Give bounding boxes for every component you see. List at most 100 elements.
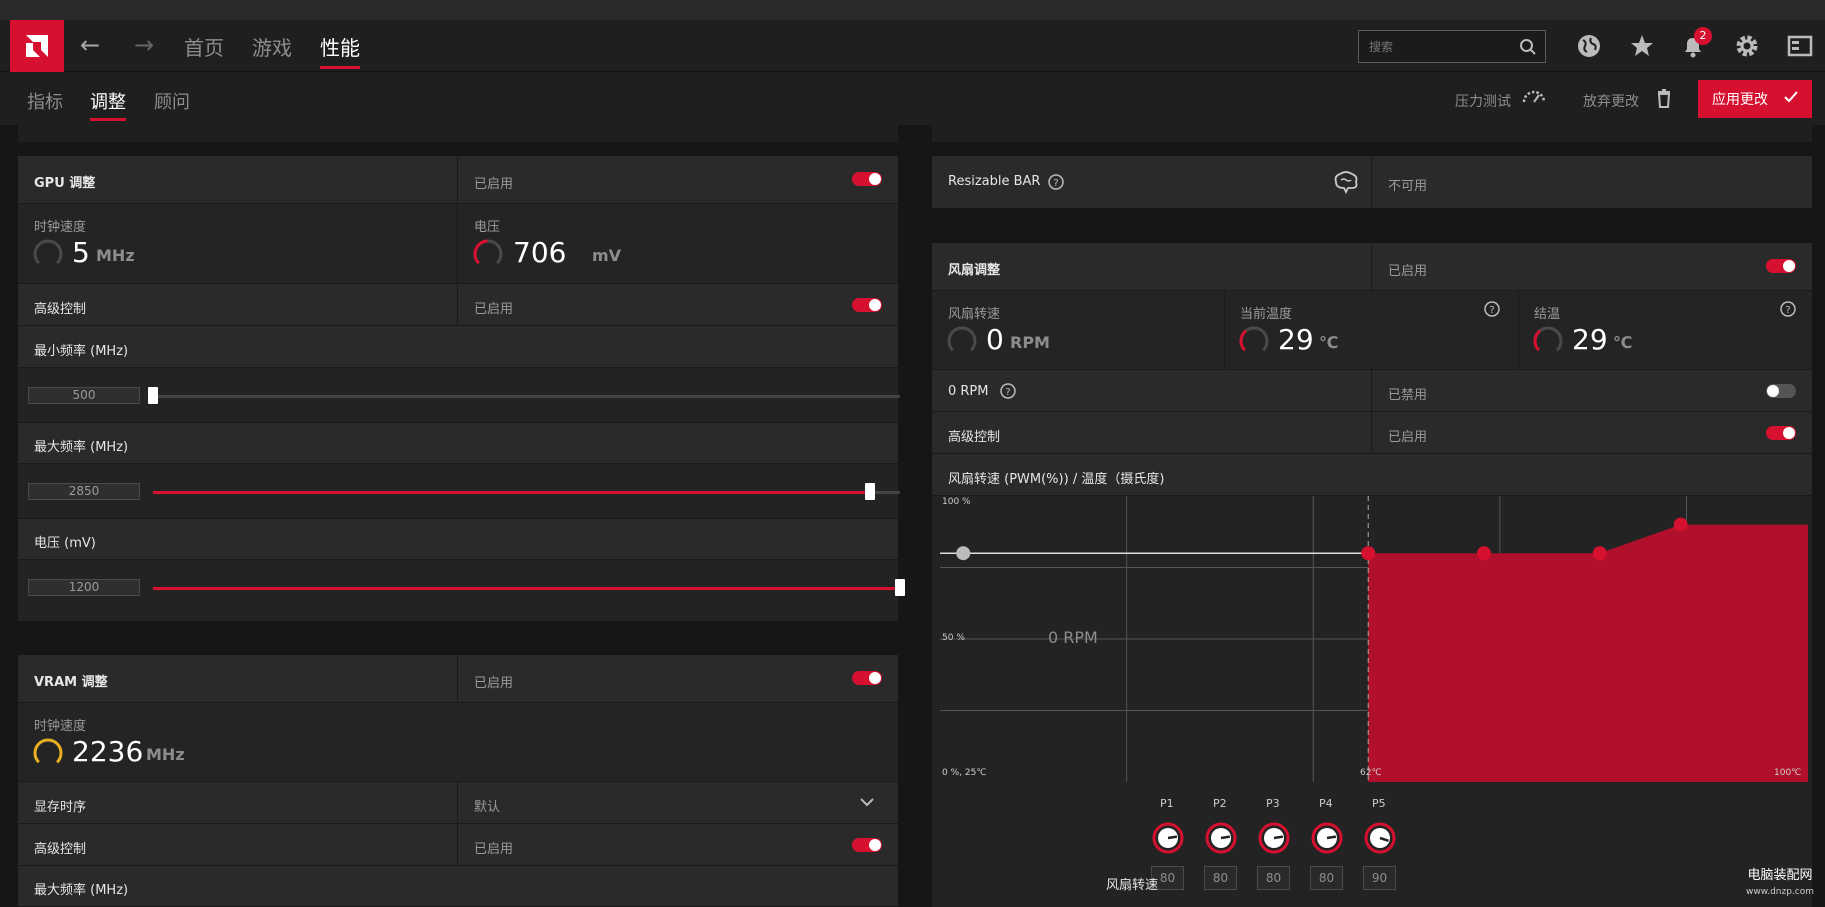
fan-speed-unit: RPM	[1010, 333, 1050, 352]
tab-performance[interactable]: 性能	[320, 32, 360, 69]
zero-rpm-handle-point[interactable]	[956, 546, 971, 561]
tab-tuning[interactable]: 调整	[90, 88, 126, 121]
fan-speed-value: 0	[986, 323, 1004, 356]
vram-timing-row[interactable]: 显存时序 默认	[18, 782, 898, 824]
fan-curve-point[interactable]	[1476, 546, 1491, 561]
tab-home[interactable]: 首页	[184, 32, 224, 61]
gpu-voltage-track[interactable]	[153, 587, 900, 590]
vram-advanced-status: 已启用	[474, 842, 514, 857]
fan-point-value[interactable]: 80	[1204, 866, 1237, 890]
globe-icon[interactable]	[1575, 32, 1603, 60]
gpu-min-freq-slider-row: 500	[18, 368, 900, 423]
vram-advanced-toggle[interactable]	[852, 838, 882, 852]
gpu-voltage-input[interactable]: 1200	[28, 579, 140, 596]
zero-rpm-label: 0 RPM	[948, 384, 989, 399]
sub-bar	[0, 72, 1825, 125]
gpu-tuning-toggle[interactable]	[852, 172, 882, 186]
gpu-clock-unit: MHz	[96, 246, 135, 265]
search-box[interactable]	[1358, 30, 1546, 63]
current-temp-unit: ℃	[1319, 333, 1339, 352]
help-icon[interactable]: ?	[1484, 301, 1500, 317]
fan-advanced-row: 高级控制 已启用	[932, 412, 1812, 454]
fan-curve-point[interactable]	[1592, 546, 1607, 561]
stress-test-gauge-icon[interactable]	[1521, 88, 1547, 104]
fan-point-knob-icon[interactable]	[1204, 821, 1238, 855]
x-tick-label-min: 0 %, 25℃	[942, 768, 987, 778]
search-icon[interactable]	[1519, 38, 1537, 56]
search-input[interactable]	[1369, 38, 1509, 56]
y-tick-label-100: 100 %	[942, 497, 971, 507]
gpu-min-freq-input[interactable]: 500	[28, 387, 140, 404]
fan-curve-area	[1368, 524, 1808, 782]
star-icon[interactable]	[1628, 32, 1656, 60]
fan-tuning-toggle[interactable]	[1766, 259, 1796, 273]
fan-point-knob-icon[interactable]	[1151, 821, 1185, 855]
trash-icon[interactable]	[1656, 88, 1672, 108]
gpu-max-freq-input[interactable]: 2850	[28, 483, 140, 500]
fan-point-name: P2	[1213, 797, 1227, 810]
gpu-advanced-toggle[interactable]	[852, 298, 882, 312]
sidebar-toggle-icon[interactable]	[1786, 32, 1814, 60]
y-tick-label-50: 50 %	[942, 633, 965, 643]
gpu-max-freq-slider-row: 2850	[18, 464, 900, 519]
watermark-line2: www.dnzp.com	[1745, 887, 1815, 897]
scrolled-panel-edge-right	[932, 125, 1812, 142]
resizable-bar-status: 不可用	[1388, 179, 1428, 194]
resizable-bar-panel: Resizable BAR ? 不可用	[932, 156, 1812, 209]
help-icon[interactable]: ?	[1780, 301, 1796, 317]
fan-point-value[interactable]: 80	[1310, 866, 1343, 890]
window-strip	[0, 0, 1825, 20]
junction-temp-unit: ℃	[1613, 333, 1633, 352]
forward-arrow-icon[interactable]: →	[129, 30, 159, 60]
vram-tuning-toggle[interactable]	[852, 671, 882, 685]
gpu-advanced-label: 高级控制	[34, 302, 87, 317]
scrolled-panel-edge-left	[18, 125, 898, 142]
fan-point-value[interactable]: 80	[1257, 866, 1290, 890]
fan-point-value[interactable]: 90	[1363, 866, 1396, 890]
gpu-min-freq-thumb[interactable]	[148, 387, 158, 404]
gpu-advanced-row: 高级控制 已启用	[18, 284, 898, 326]
amd-logo[interactable]	[10, 20, 64, 72]
resizable-bar-row: Resizable BAR ? 不可用	[932, 156, 1812, 209]
vram-timing-label: 显存时序	[34, 800, 87, 815]
help-icon[interactable]: ?	[1000, 383, 1016, 399]
apply-changes-button[interactable]: 应用更改	[1698, 80, 1812, 118]
tab-games[interactable]: 游戏	[252, 32, 292, 61]
fan-point-knob-icon[interactable]	[1363, 821, 1397, 855]
stress-test-label[interactable]: 压力测试	[1455, 91, 1511, 111]
gpu-min-freq-row: 最小频率 (MHz)	[18, 326, 898, 368]
tab-metrics[interactable]: 指标	[27, 88, 63, 114]
fan-curve-point[interactable]	[1361, 546, 1376, 561]
svg-text:?: ?	[1785, 305, 1790, 316]
gpu-advanced-status: 已启用	[474, 302, 514, 317]
fan-point-name: P5	[1372, 797, 1386, 810]
current-temp-gauge-icon	[1239, 326, 1269, 356]
junction-temp-label: 结温	[1534, 307, 1561, 322]
gpu-voltage-gauge-icon	[473, 239, 503, 269]
discard-changes-button[interactable]: 放弃更改	[1583, 91, 1639, 111]
zero-rpm-toggle[interactable]	[1766, 384, 1796, 398]
vram-timing-select[interactable]: 默认	[474, 796, 500, 815]
fan-point-name: P1	[1160, 797, 1174, 810]
fan-curve-title: 风扇转速 (PWM(%)) / 温度（摄氏度)	[948, 472, 1165, 487]
chevron-down-icon[interactable]	[860, 798, 874, 807]
fan-advanced-status: 已启用	[1388, 430, 1428, 445]
amd-logo-icon	[26, 35, 48, 57]
gear-icon[interactable]	[1733, 32, 1761, 60]
tab-advisor[interactable]: 顾问	[154, 88, 190, 114]
gpu-min-freq-track[interactable]	[153, 395, 900, 398]
gpu-max-freq-label: 最大频率 (MHz)	[34, 440, 129, 455]
gpu-max-freq-thumb[interactable]	[865, 483, 876, 500]
gpu-voltage-slider-label: 电压 (mV)	[34, 536, 96, 551]
gpu-max-freq-track[interactable]	[153, 491, 900, 494]
fan-advanced-label: 高级控制	[948, 430, 1001, 445]
fan-point-knob-icon[interactable]	[1257, 821, 1291, 855]
help-icon[interactable]: ?	[1048, 174, 1064, 190]
gpu-voltage-value: 706	[513, 236, 567, 269]
fan-curve-point[interactable]	[1673, 517, 1688, 532]
fan-point-knob-icon[interactable]	[1310, 821, 1344, 855]
fan-advanced-toggle[interactable]	[1766, 426, 1796, 440]
gpu-voltage-thumb[interactable]	[895, 579, 905, 596]
fan-speed-label: 风扇转速	[948, 307, 1001, 322]
back-arrow-icon[interactable]: ←	[75, 30, 105, 60]
